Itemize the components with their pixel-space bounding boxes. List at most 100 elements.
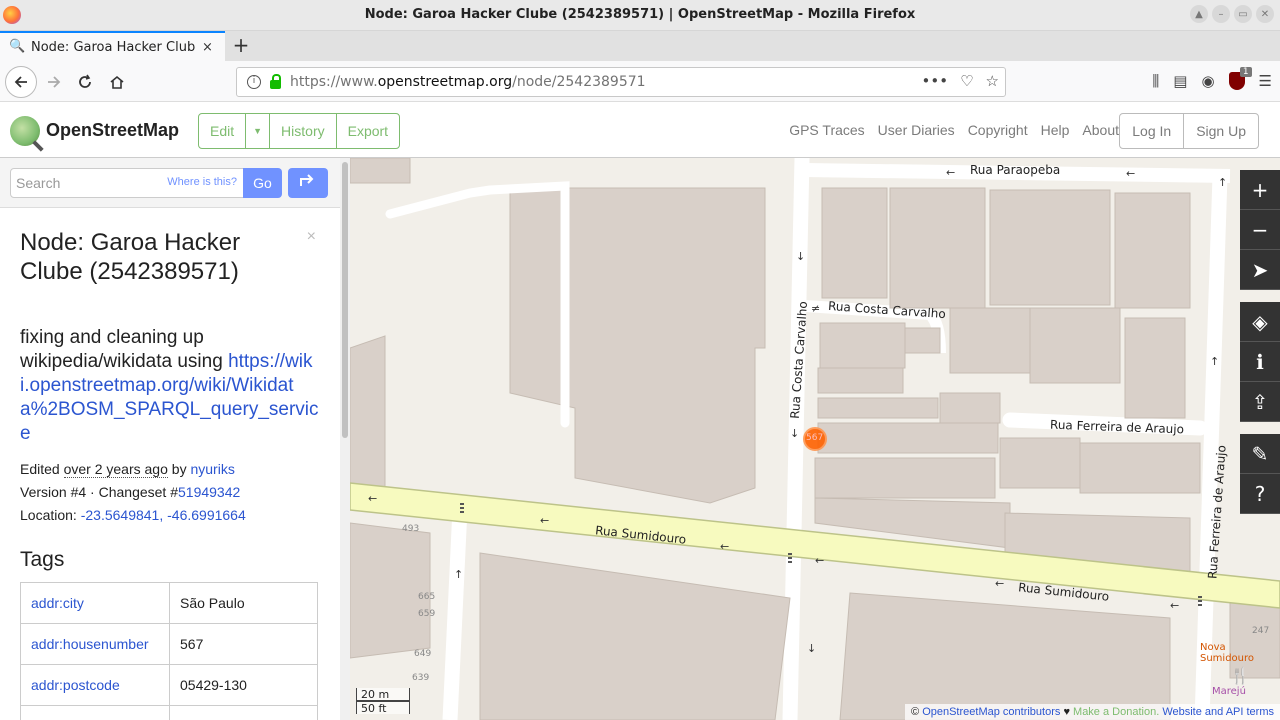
window-title: Node: Garoa Hacker Clube (2542389571) | … (364, 7, 916, 22)
library-icon[interactable]: ⫼ (1152, 72, 1159, 90)
window-restore-icon[interactable]: ▭ (1234, 5, 1252, 23)
changeset-link[interactable]: 51949342 (178, 484, 240, 500)
ublock-badge: 1 (1239, 67, 1252, 77)
signup-button[interactable]: Sign Up (1184, 114, 1258, 148)
back-button[interactable] (5, 66, 37, 98)
share-button[interactable]: ⇪ (1240, 382, 1280, 422)
tab-bar: 🔍 Node: Garoa Hacker Clube × + (0, 31, 1280, 61)
home-button[interactable] (103, 68, 131, 96)
tag-value: Rua Costa Carvalho (169, 705, 318, 720)
reload-button[interactable] (71, 68, 99, 96)
login-button[interactable]: Log In (1120, 114, 1185, 148)
site-info-icon[interactable]: i (247, 75, 261, 89)
node-marker[interactable]: 567 (803, 427, 827, 451)
edit-dropdown-chevron-icon[interactable]: ▼ (246, 114, 271, 148)
tag-key[interactable]: addr:postcode (20, 664, 170, 706)
close-sidebar-icon[interactable]: × (307, 228, 316, 246)
version-text: Version #4 · Changeset # (20, 484, 178, 500)
tag-key[interactable]: addr:city (20, 582, 170, 624)
house-number: 247 (1252, 626, 1270, 636)
location-link[interactable]: -23.5649841, -46.6991664 (81, 507, 246, 523)
nav-user-diaries[interactable]: User Diaries (878, 122, 955, 138)
house-number: 659 (418, 609, 436, 619)
tab-title: Node: Garoa Hacker Clube (31, 39, 196, 55)
table-row: addr:housenumber 567 (20, 623, 318, 665)
svg-text:←: ← (1170, 599, 1179, 612)
tab-close-icon[interactable]: × (202, 40, 213, 55)
map-view[interactable]: ← ← ← ← ← ← ← ← ↓ ↓ ↑ ↓ ↑ ↑ ≠ Rua Paraopeba Rua Costa… (350, 158, 1280, 720)
scrollbar-thumb[interactable] (342, 162, 348, 438)
account-icon[interactable]: ◉ (1201, 72, 1214, 90)
tag-key[interactable]: addr:street (20, 705, 170, 720)
nav-about[interactable]: About (1082, 122, 1119, 138)
restaurant-icon: 🍴 (1230, 666, 1250, 685)
directions-button[interactable] (288, 168, 328, 198)
url-bar[interactable]: i https://www.openstreetmap.org/node/254… (236, 67, 1006, 97)
url-domain: openstreetmap.org (377, 74, 513, 90)
menu-icon[interactable]: ☰ (1259, 72, 1272, 90)
search-box: Where is this? (10, 168, 244, 198)
history-button[interactable]: History (270, 114, 337, 148)
donate-link[interactable]: Make a Donation. (1073, 706, 1159, 718)
svg-text:←: ← (720, 540, 729, 553)
tag-key[interactable]: addr:housenumber (20, 623, 170, 665)
tab-osm-node[interactable]: 🔍 Node: Garoa Hacker Clube × (0, 31, 225, 61)
marker-label: 567 (806, 433, 824, 443)
new-tab-button[interactable]: + (230, 34, 252, 56)
url-actions: ••• ♡ ☆ (922, 72, 999, 90)
window-minimize-icon[interactable]: – (1212, 5, 1230, 23)
forward-button[interactable] (40, 68, 68, 96)
edit-button[interactable]: Edit (199, 114, 247, 148)
house-number: 649 (414, 649, 432, 659)
location-label: Location: (20, 507, 77, 523)
map-key-button[interactable]: ℹ (1240, 342, 1280, 382)
contributors-link[interactable]: OpenStreetMap contributors (922, 706, 1060, 718)
zoom-in-button[interactable]: + (1240, 170, 1280, 210)
locate-button[interactable]: ➤ (1240, 250, 1280, 290)
svg-text:←: ← (1126, 167, 1135, 180)
svg-text:↓: ↓ (790, 427, 799, 440)
tag-value: São Paulo (169, 582, 318, 624)
editor-link[interactable]: nyuriks (190, 461, 234, 477)
nav-gps-traces[interactable]: GPS Traces (789, 122, 864, 138)
bookmark-star-icon[interactable]: ☆ (986, 72, 999, 90)
add-note-button[interactable]: ✎ (1240, 434, 1280, 474)
page-actions-icon[interactable]: ••• (922, 72, 949, 90)
heart-icon: ♥ (1063, 706, 1070, 718)
site-name[interactable]: OpenStreetMap (46, 120, 179, 141)
ublock-icon[interactable]: 1 (1228, 67, 1252, 90)
layers-button[interactable]: ◈ (1240, 302, 1280, 342)
window-controls: ▲ – ▭ ✕ (1190, 5, 1274, 23)
window-close-icon[interactable]: ✕ (1256, 5, 1274, 23)
query-features-button[interactable]: ? (1240, 474, 1280, 514)
tags-heading: Tags (20, 548, 65, 571)
poi-mareju[interactable]: Marejú (1212, 686, 1246, 697)
url-text[interactable]: https://www.openstreetmap.org/node/25423… (290, 74, 646, 90)
svg-text:↑: ↑ (1210, 355, 1219, 368)
search-input[interactable] (11, 169, 161, 197)
sidebar-toggle-icon[interactable]: ▤ (1173, 72, 1187, 90)
nav-help[interactable]: Help (1041, 122, 1070, 138)
sidebar-scrollbar[interactable] (340, 158, 350, 720)
svg-text:←: ← (946, 166, 955, 179)
edited-line: Edited over 2 years ago by nyuriks (20, 458, 320, 481)
where-is-this-link[interactable]: Where is this? (167, 176, 237, 188)
zoom-out-button[interactable]: − (1240, 210, 1280, 250)
go-button[interactable]: Go (243, 168, 282, 198)
osm-logo-icon[interactable] (10, 116, 40, 146)
navigation-toolbar: i https://www.openstreetmap.org/node/254… (0, 61, 1280, 102)
table-row: addr:postcode 05429-130 (20, 664, 318, 706)
window-up-icon[interactable]: ▲ (1190, 5, 1208, 23)
pocket-icon[interactable]: ♡ (960, 72, 973, 90)
terms-link[interactable]: Website and API terms (1162, 706, 1274, 718)
lock-icon (270, 73, 281, 89)
poi-nova-sumidouro[interactable]: Nova Sumidouro (1200, 642, 1280, 664)
sidebar: Where is this? Go Node: Garoa Hacker Clu… (0, 158, 350, 720)
export-button[interactable]: Export (337, 114, 399, 148)
map-controls: + − ➤ ◈ ℹ ⇪ ✎ ? (1240, 170, 1280, 514)
share-icon: ⇪ (1251, 390, 1269, 414)
attribution: © OpenStreetMap contributors ♥ Make a Do… (905, 704, 1280, 720)
nav-copyright[interactable]: Copyright (968, 122, 1028, 138)
directions-icon (300, 174, 314, 186)
window-titlebar: Node: Garoa Hacker Clube (2542389571) | … (0, 0, 1280, 31)
